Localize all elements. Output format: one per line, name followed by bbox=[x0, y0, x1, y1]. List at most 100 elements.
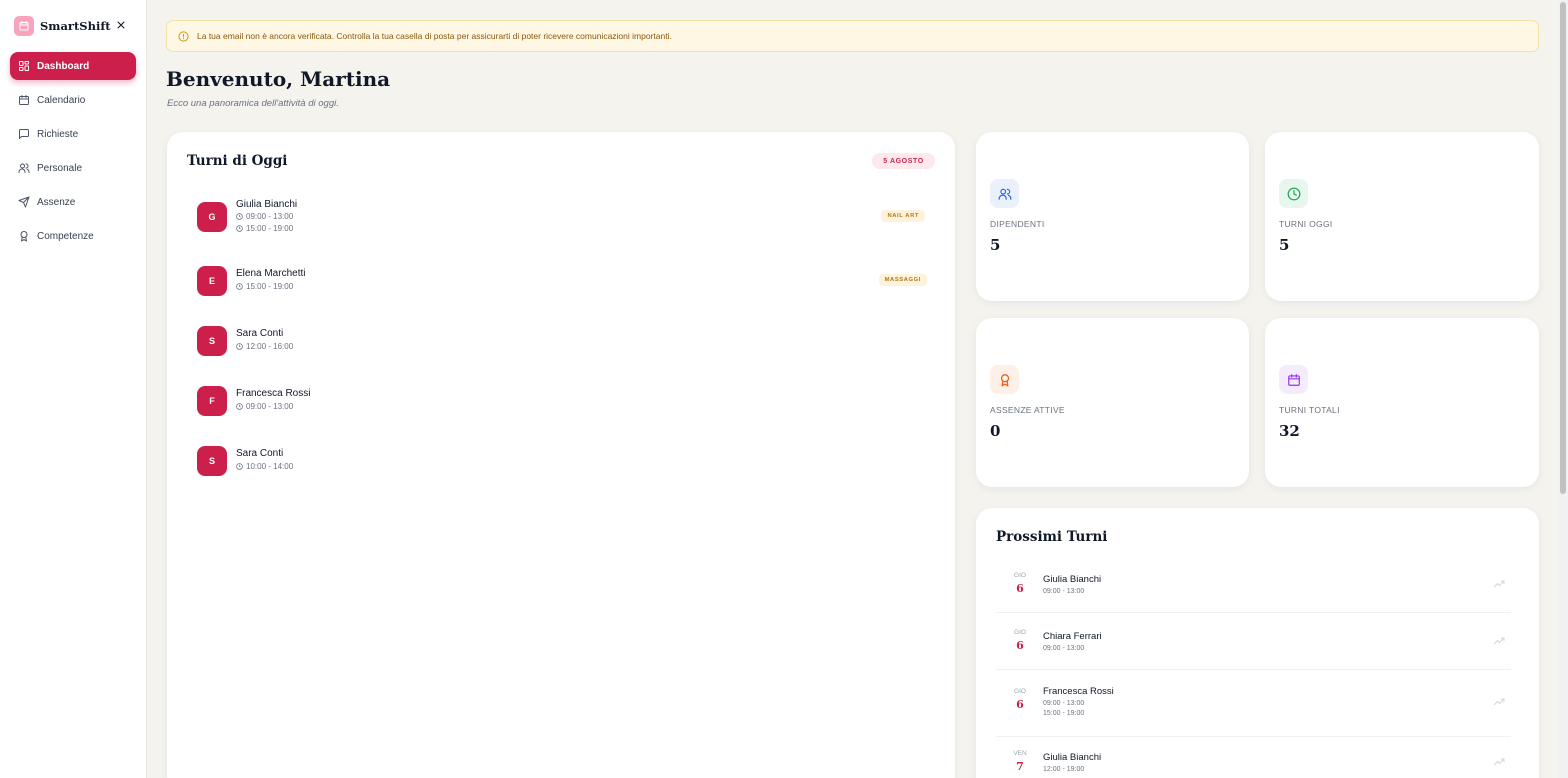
upcoming-date: 7 bbox=[1016, 760, 1024, 773]
sidebar-nav: Dashboard Calendario Richieste Personale… bbox=[10, 52, 136, 256]
stat-value: 5 bbox=[1279, 236, 1290, 254]
sidebar-item-label: Calendario bbox=[37, 94, 86, 106]
plane-icon bbox=[18, 196, 30, 208]
shift-row[interactable]: E Elena Marchetti 15:00 - 19:00 MASSAGGI bbox=[197, 266, 927, 308]
avatar: G bbox=[197, 202, 227, 232]
stat-label: DIPENDENTI bbox=[990, 219, 1045, 229]
upcoming-shifts-card: Prossimi Turni GIO 6 Giulia Bianchi 09:0… bbox=[976, 508, 1539, 778]
shift-row[interactable]: S Sara Conti 12:00 - 16:00 bbox=[197, 326, 927, 368]
page-title: Benvenuto, Martina bbox=[166, 67, 391, 91]
upcoming-day: GIO bbox=[1014, 629, 1026, 636]
list-item[interactable]: GIO 6 Francesca Rossi 09:00 - 13:00 15:0… bbox=[996, 677, 1511, 737]
users-icon bbox=[990, 179, 1019, 208]
shift-time: 10:00 - 14:00 bbox=[236, 462, 293, 471]
upcoming-day: GIO bbox=[1014, 688, 1026, 695]
clock-icon bbox=[236, 213, 243, 220]
sidebar-item-personale[interactable]: Personale bbox=[10, 154, 136, 182]
employee-name: Giulia Bianchi bbox=[1043, 752, 1102, 763]
shift-row[interactable]: S Sara Conti 10:00 - 14:00 bbox=[197, 446, 927, 488]
close-icon bbox=[116, 20, 126, 30]
clock-icon bbox=[236, 225, 243, 232]
avatar: E bbox=[197, 266, 227, 296]
trending-up-icon bbox=[1493, 757, 1505, 767]
clock-icon bbox=[236, 343, 243, 350]
scrollbar-thumb[interactable] bbox=[1560, 2, 1566, 494]
list-item[interactable]: VEN 7 Giulia Bianchi 12:00 - 19:00 bbox=[996, 743, 1511, 778]
sidebar-item-label: Richieste bbox=[37, 128, 79, 140]
award-icon bbox=[990, 365, 1019, 394]
sidebar-item-label: Assenze bbox=[37, 196, 76, 208]
sidebar-item-calendario[interactable]: Calendario bbox=[10, 86, 136, 114]
shift-time-text: 09:00 - 13:00 bbox=[246, 402, 294, 411]
shift-time-text: 09:00 - 13:00 bbox=[246, 212, 294, 221]
stat-value: 5 bbox=[990, 236, 1001, 254]
upcoming-date: 6 bbox=[1016, 698, 1024, 711]
date-badge: 5 AGOSTO bbox=[872, 153, 935, 169]
clock-icon bbox=[236, 463, 243, 470]
clock-icon bbox=[1279, 179, 1308, 208]
employee-name: Giulia Bianchi bbox=[236, 199, 298, 210]
shift-time-text: 10:00 - 14:00 bbox=[246, 462, 294, 471]
shift-time: 09:00 - 13:00 bbox=[236, 402, 293, 411]
award-icon bbox=[18, 230, 30, 242]
shift-time: 15:00 - 19:00 bbox=[1043, 710, 1085, 717]
stat-value: 32 bbox=[1279, 422, 1300, 440]
alert-text: La tua email non è ancora verificata. Co… bbox=[197, 31, 672, 41]
page-scrollbar[interactable] bbox=[1558, 0, 1568, 778]
stat-value: 0 bbox=[990, 422, 1001, 440]
shift-row[interactable]: F Francesca Rossi 09:00 - 13:00 bbox=[197, 386, 927, 428]
upcoming-day: VEN bbox=[1013, 750, 1027, 757]
stat-card-dipendenti[interactable]: DIPENDENTI 5 bbox=[976, 132, 1249, 301]
clock-icon bbox=[236, 403, 243, 410]
upcoming-date: 6 bbox=[1016, 639, 1024, 652]
list-item[interactable]: GIO 6 Giulia Bianchi 09:00 - 13:00 bbox=[996, 563, 1511, 613]
trending-up-icon bbox=[1493, 579, 1505, 589]
calendar-icon bbox=[14, 16, 34, 36]
stat-card-turni-totali[interactable]: TURNI TOTALI 32 bbox=[1265, 318, 1539, 487]
shift-time: 12:00 - 19:00 bbox=[1043, 766, 1085, 773]
employee-name: Sara Conti bbox=[236, 328, 284, 339]
clock-icon bbox=[236, 283, 243, 290]
sidebar-item-competenze[interactable]: Competenze bbox=[10, 222, 136, 250]
stat-label: TURNI TOTALI bbox=[1279, 405, 1340, 415]
employee-name: Giulia Bianchi bbox=[1043, 574, 1102, 585]
sidebar-item-richieste[interactable]: Richieste bbox=[10, 120, 136, 148]
today-shifts-title: Turni di Oggi bbox=[187, 153, 288, 169]
sidebar-item-label: Personale bbox=[37, 162, 83, 174]
employee-name: Chiara Ferrari bbox=[1043, 631, 1102, 642]
employee-name: Elena Marchetti bbox=[236, 268, 306, 279]
upcoming-shifts-title: Prossimi Turni bbox=[996, 529, 1108, 545]
trending-up-icon bbox=[1493, 636, 1505, 646]
avatar: F bbox=[197, 386, 227, 416]
calendar-icon bbox=[1279, 365, 1308, 394]
brand-name: SmartShift bbox=[40, 19, 111, 33]
employee-name: Francesca Rossi bbox=[236, 388, 311, 399]
upcoming-date: 6 bbox=[1016, 582, 1024, 595]
employee-name: Francesca Rossi bbox=[1043, 686, 1114, 697]
sidebar-item-dashboard[interactable]: Dashboard bbox=[10, 52, 136, 80]
shift-time: 09:00 - 13:00 bbox=[236, 212, 293, 221]
stat-label: TURNI OGGI bbox=[1279, 219, 1333, 229]
list-item[interactable]: GIO 6 Chiara Ferrari 09:00 - 13:00 bbox=[996, 620, 1511, 670]
employee-name: Sara Conti bbox=[236, 448, 284, 459]
shift-time: 15:00 - 19:00 bbox=[236, 224, 293, 233]
trending-up-icon bbox=[1493, 697, 1505, 707]
close-sidebar-button[interactable] bbox=[114, 18, 128, 32]
upcoming-day: GIO bbox=[1014, 572, 1026, 579]
email-verification-alert: La tua email non è ancora verificata. Co… bbox=[166, 20, 1539, 52]
sidebar-item-label: Dashboard bbox=[37, 60, 90, 72]
shift-time: 15:00 - 19:00 bbox=[236, 282, 293, 291]
shift-row[interactable]: G Giulia Bianchi 09:00 - 13:00 15:00 - 1… bbox=[197, 199, 927, 239]
sidebar: SmartShift Dashboard Calendario Richiest… bbox=[0, 0, 147, 778]
message-square-icon bbox=[18, 128, 30, 140]
avatar: S bbox=[197, 326, 227, 356]
shift-time: 09:00 - 13:00 bbox=[1043, 700, 1085, 707]
stat-label: ASSENZE ATTIVE bbox=[990, 405, 1065, 415]
sidebar-item-assenze[interactable]: Assenze bbox=[10, 188, 136, 216]
page-subtitle: Ecco una panoramica dell'attività di ogg… bbox=[167, 98, 339, 109]
stat-card-turni-oggi[interactable]: TURNI OGGI 5 bbox=[1265, 132, 1539, 301]
users-icon bbox=[18, 162, 30, 174]
stat-card-assenze-attive[interactable]: ASSENZE ATTIVE 0 bbox=[976, 318, 1249, 487]
shift-time-text: 12:00 - 16:00 bbox=[246, 342, 294, 351]
shift-time-text: 15:00 - 19:00 bbox=[246, 282, 294, 291]
